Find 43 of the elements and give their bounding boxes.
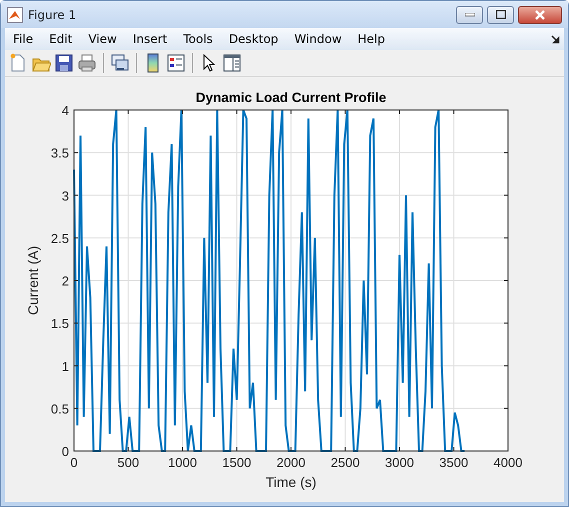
menu-item[interactable]: Desktop [220, 30, 286, 48]
printer-button[interactable] [77, 53, 97, 73]
y-axis-label: Current (A) [25, 246, 41, 316]
chart-title: Dynamic Load Current Profile [196, 90, 386, 105]
menu-item[interactable]: File [5, 30, 42, 48]
x-tick-label: 4000 [494, 455, 522, 470]
window-title: Figure 1 [28, 6, 76, 24]
y-tick-label: 3.5 [50, 146, 69, 161]
y-tick-label: 1 [62, 358, 69, 374]
floppy-disk-button[interactable] [54, 53, 74, 73]
y-tick-label: 1.5 [50, 316, 69, 332]
x-tick-label: 2000 [276, 455, 306, 470]
menu-item[interactable]: Window [286, 30, 350, 48]
close-icon [534, 10, 546, 20]
panel-button[interactable] [222, 53, 242, 73]
maximize-icon [496, 10, 506, 19]
menu-item[interactable]: Help [350, 30, 393, 48]
x-axis-label: Time (s) [266, 474, 316, 490]
x-tick-label: 0 [70, 455, 78, 470]
x-tick-label: 3500 [439, 455, 468, 470]
close-button[interactable] [518, 6, 562, 24]
x-tick-label: 2500 [330, 455, 360, 470]
y-tick-label: 2.5 [50, 230, 69, 246]
menu-item[interactable]: Edit [41, 30, 80, 48]
y-tick-label: 3 [62, 188, 69, 204]
x-tick-label: 3000 [385, 455, 414, 470]
y-tick-label: 0 [62, 444, 69, 459]
y-tick-label: 4 [62, 103, 69, 118]
menu-item[interactable]: Insert [124, 30, 176, 48]
dock-arrow-icon[interactable] [551, 35, 560, 44]
minimize-button[interactable] [456, 6, 483, 24]
minimize-icon [464, 12, 474, 16]
y-tick-label: 0.5 [50, 401, 69, 416]
app-logo-icon [7, 6, 23, 22]
x-tick-label: 500 [117, 455, 140, 470]
linked-windows-button[interactable] [110, 53, 130, 73]
maximize-button[interactable] [487, 6, 514, 24]
x-tick-label: 1500 [222, 455, 252, 470]
legend-button[interactable] [166, 53, 186, 73]
y-tick-label: 2 [62, 274, 69, 288]
menu-item[interactable]: Tools [175, 30, 221, 48]
x-tick-label: 1000 [168, 455, 197, 470]
menu-item[interactable]: View [80, 30, 125, 48]
